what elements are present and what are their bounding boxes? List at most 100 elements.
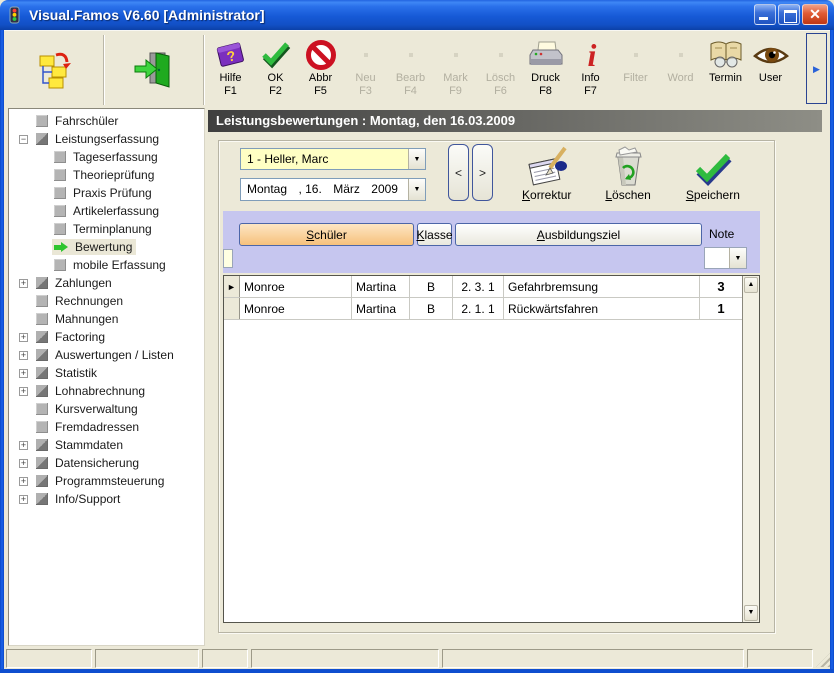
- cell-firstname[interactable]: Martina: [352, 298, 410, 319]
- chevron-down-icon[interactable]: ▼: [408, 149, 425, 169]
- chevron-down-icon[interactable]: ▼: [408, 179, 425, 200]
- scroll-down-icon[interactable]: ▼: [744, 605, 758, 621]
- toolbar-big-button[interactable]: [103, 35, 200, 105]
- tree-item[interactable]: Leistungserfassung: [9, 130, 204, 148]
- date-select[interactable]: Montag , 16. März 2009 ▼: [240, 178, 426, 201]
- tree-expander-icon[interactable]: [19, 333, 28, 342]
- cell-lastname[interactable]: Monroe: [240, 298, 352, 319]
- tree-item[interactable]: Kursverwaltung: [9, 400, 204, 418]
- tree-expander-icon[interactable]: [19, 459, 28, 468]
- toolbar-button[interactable]: Neu F3: [343, 35, 388, 105]
- tree-item[interactable]: Info/Support: [9, 490, 204, 508]
- toolbar-button[interactable]: Mark F9: [433, 35, 478, 105]
- tree-item[interactable]: Tageserfassung: [9, 148, 204, 166]
- tree-node-icon: [36, 421, 48, 433]
- toolbar-button[interactable]: Abbr F5: [298, 35, 343, 105]
- cell-klasse[interactable]: B: [410, 276, 453, 297]
- window-border-right: [830, 30, 834, 669]
- tree-item[interactable]: Terminplanung: [9, 220, 204, 238]
- tree-expander-icon[interactable]: [19, 387, 28, 396]
- tree-item[interactable]: Stammdaten: [9, 436, 204, 454]
- tree-expander-icon[interactable]: [19, 495, 28, 504]
- toolbar-button[interactable]: Filter: [613, 35, 658, 105]
- note-filter-select[interactable]: ▼: [704, 247, 747, 269]
- title-bar[interactable]: Visual.Famos V6.60 [Administrator] ✕: [0, 0, 834, 30]
- tree-item[interactable]: mobile Erfassung: [9, 256, 204, 274]
- resize-grip[interactable]: [816, 653, 830, 667]
- column-sort-button[interactable]: Ausbildungsziel: [455, 223, 702, 246]
- tree-item-label: Programmsteuerung: [55, 474, 164, 488]
- grid-row[interactable]: ► Monroe Martina B 2. 3. 1 Gefahrbremsun…: [224, 276, 742, 298]
- previous-day-button[interactable]: <: [448, 144, 469, 201]
- tree-item[interactable]: Rechnungen: [9, 292, 204, 310]
- tree-expander-icon[interactable]: [19, 279, 28, 288]
- maximize-button[interactable]: [778, 4, 800, 25]
- tree-node-icon: [54, 187, 66, 199]
- chevron-down-icon[interactable]: ▼: [729, 248, 746, 268]
- action-button[interactable]: Speichern: [669, 143, 757, 203]
- close-button[interactable]: ✕: [802, 4, 828, 25]
- tree-item[interactable]: Programmsteuerung: [9, 472, 204, 490]
- grid-scrollbar[interactable]: ▲ ▼: [742, 276, 759, 622]
- cell-lastname[interactable]: Monroe: [240, 276, 352, 297]
- grid-row[interactable]: Monroe Martina B 2. 1. 1 Rückwärtsfahren…: [224, 298, 742, 320]
- minimize-button[interactable]: [754, 4, 776, 25]
- toolbar-button-label: User: [759, 72, 782, 85]
- toolbar-button[interactable]: Lösch F6: [478, 35, 523, 105]
- tree-item[interactable]: Datensicherung: [9, 454, 204, 472]
- tree-expander-icon[interactable]: [19, 351, 28, 360]
- action-button[interactable]: Korrektur: [506, 143, 587, 203]
- column-sort-button[interactable]: Klasse: [417, 223, 452, 246]
- tree-item[interactable]: Praxis Prüfung: [9, 184, 204, 202]
- toolbar-button[interactable]: Termin: [703, 35, 748, 105]
- row-marker-icon: [224, 298, 240, 319]
- tree-item[interactable]: Lohnabrechnung: [9, 382, 204, 400]
- scroll-up-icon[interactable]: ▲: [744, 277, 758, 293]
- svg-text:i: i: [587, 39, 596, 71]
- toolbar-button[interactable]: Druck F8: [523, 35, 568, 105]
- date-year: 2009: [371, 179, 398, 200]
- date-month: März: [333, 179, 360, 200]
- tree-item[interactable]: Artikelerfassung: [9, 202, 204, 220]
- cell-grade[interactable]: 1: [700, 298, 742, 319]
- cell-grade[interactable]: 3: [700, 276, 742, 297]
- window-border-bottom: [0, 669, 834, 673]
- cell-klasse[interactable]: B: [410, 298, 453, 319]
- column-sort-button-label: Schüler: [306, 228, 347, 242]
- tree-expander-icon[interactable]: [19, 369, 28, 378]
- student-select[interactable]: 1 - Heller, Marc ▼: [240, 148, 426, 170]
- cell-lesson-number[interactable]: 2. 1. 1: [453, 298, 504, 319]
- tree-item[interactable]: Fahrschüler: [9, 112, 204, 130]
- tree-item[interactable]: Statistik: [9, 364, 204, 382]
- cell-training-goal[interactable]: Rückwärtsfahren: [504, 298, 700, 319]
- tree-item[interactable]: Factoring: [9, 328, 204, 346]
- toolbar-button[interactable]: ? Hilfe F1: [208, 35, 253, 105]
- toolbar-button[interactable]: OK F2: [253, 35, 298, 105]
- toolbar-button[interactable]: User: [748, 35, 793, 105]
- toolbar-big-button-icon: [35, 53, 75, 87]
- cell-lesson-number[interactable]: 2. 3. 1: [453, 276, 504, 297]
- tree-item[interactable]: Bewertung: [9, 238, 204, 256]
- tree-item[interactable]: Auswertungen / Listen: [9, 346, 204, 364]
- tree-expander-icon[interactable]: [19, 135, 28, 144]
- toolbar-overflow-button[interactable]: ▶: [806, 33, 827, 104]
- action-button[interactable]: Löschen: [587, 143, 668, 203]
- tree-expander-icon[interactable]: [19, 477, 28, 486]
- tree-item[interactable]: Theorieprüfung: [9, 166, 204, 184]
- toolbar-big-button[interactable]: [6, 35, 103, 105]
- cell-firstname[interactable]: Martina: [352, 276, 410, 297]
- tree-item[interactable]: Zahlungen: [9, 274, 204, 292]
- toolbar-button[interactable]: Word: [658, 35, 703, 105]
- column-sort-button-label: Klasse: [416, 228, 452, 242]
- tree-item[interactable]: Mahnungen: [9, 310, 204, 328]
- toolbar-button[interactable]: Bearb F4: [388, 35, 433, 105]
- column-sort-button[interactable]: Schüler: [239, 223, 414, 246]
- toolbar-button[interactable]: i Info F7: [568, 35, 613, 105]
- tree-expander-icon[interactable]: [19, 441, 28, 450]
- ratings-grid: ► Monroe Martina B 2. 3. 1 Gefahrbremsun…: [223, 275, 760, 623]
- tree-item[interactable]: Fremdadressen: [9, 418, 204, 436]
- action-button-label: Korrektur: [522, 188, 571, 202]
- filter-input[interactable]: [223, 249, 233, 268]
- next-day-button[interactable]: >: [472, 144, 493, 201]
- cell-training-goal[interactable]: Gefahrbremsung: [504, 276, 700, 297]
